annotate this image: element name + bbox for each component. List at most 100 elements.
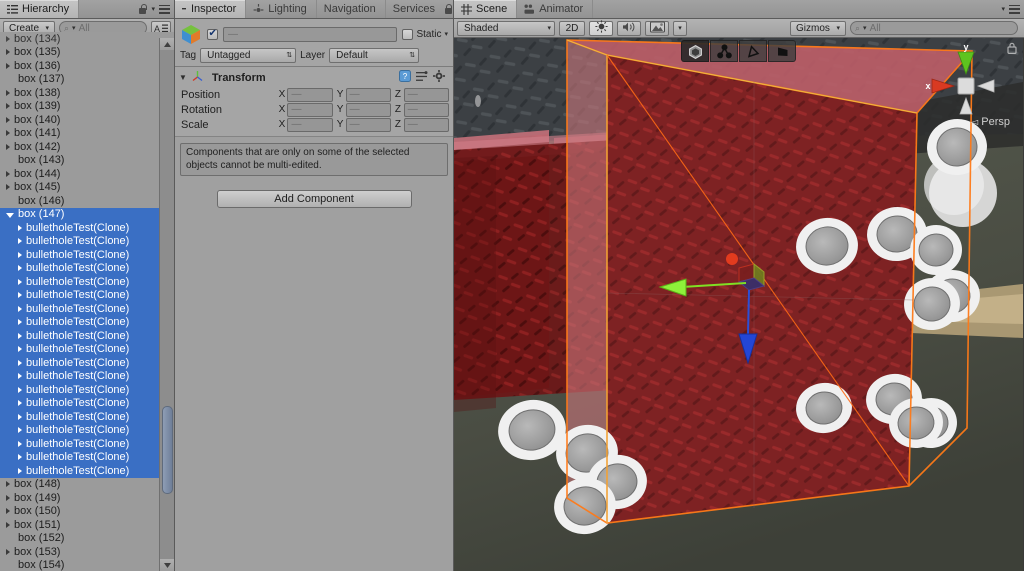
scroll-down-arrow[interactable] [160,559,174,571]
foldout-closed-icon[interactable] [6,130,10,137]
hierarchy-row[interactable]: box (149) [0,491,174,505]
panel-menu-icon[interactable] [1009,4,1020,14]
foldout-closed-icon[interactable] [18,454,22,461]
help-icon[interactable]: ? [399,70,411,85]
hierarchy-row[interactable]: bulletholeTest(Clone) [0,437,174,451]
foldout-closed-icon[interactable] [18,292,22,299]
foldout-closed-icon[interactable] [6,508,10,515]
foldout-closed-icon[interactable] [6,170,10,177]
draw-mode-dropdown[interactable]: Shaded ▾ [457,20,555,36]
hierarchy-row[interactable]: bulletholeTest(Clone) [0,464,174,478]
hierarchy-scrollbar[interactable] [159,38,174,571]
tab-inspector[interactable]: Inspector [175,0,247,18]
hierarchy-row[interactable]: box (138) [0,86,174,100]
foldout-closed-icon[interactable] [18,332,22,339]
foldout-closed-icon[interactable] [18,305,22,312]
toggle-audio-button[interactable] [617,20,641,36]
scale-y-field[interactable]: — [345,117,391,132]
foldout-closed-icon[interactable] [18,238,22,245]
foldout-closed-icon[interactable] [18,346,22,353]
foldout-closed-icon[interactable] [18,359,22,366]
hierarchy-row[interactable]: bulletholeTest(Clone) [0,261,174,275]
tab-services[interactable]: Services [386,0,444,18]
hierarchy-row[interactable]: box (142) [0,140,174,154]
lock-icon[interactable] [444,4,453,14]
tag-dropdown[interactable]: Untagged ⇅ [200,48,297,63]
scene-viewport[interactable]: y x ◅ Persp [454,38,1024,571]
hierarchy-row[interactable]: box (150) [0,505,174,519]
hierarchy-row[interactable]: box (143) [0,154,174,168]
hierarchy-row[interactable]: box (153) [0,545,174,559]
foldout-closed-icon[interactable] [18,467,22,474]
foldout-closed-icon[interactable] [18,386,22,393]
hierarchy-row[interactable]: bulletholeTest(Clone) [0,450,174,464]
foldout-closed-icon[interactable] [6,62,10,69]
hierarchy-row[interactable]: box (147) [0,207,174,221]
hierarchy-row[interactable]: box (148) [0,478,174,492]
foldout-closed-icon[interactable] [6,548,10,555]
foldout-closed-icon[interactable] [18,319,22,326]
foldout-closed-icon[interactable] [6,49,10,56]
hierarchy-row[interactable]: box (151) [0,518,174,532]
hierarchy-row[interactable]: box (154) [0,559,174,571]
hierarchy-row[interactable]: bulletholeTest(Clone) [0,234,174,248]
foldout-closed-icon[interactable] [6,143,10,150]
foldout-closed-icon[interactable] [6,521,10,528]
gear-icon[interactable] [433,70,445,85]
foldout-closed-icon[interactable] [18,265,22,272]
hierarchy-row[interactable]: bulletholeTest(Clone) [0,275,174,289]
foldout-closed-icon[interactable] [6,103,10,110]
scroll-up-arrow[interactable] [160,38,174,50]
scene-projection-label[interactable]: ◅ Persp [970,116,1010,128]
tab-animator[interactable]: Animator [517,0,594,18]
scene-gizmo-lock-icon[interactable] [1007,42,1017,57]
hierarchy-scroll-thumb[interactable] [162,406,173,494]
foldout-closed-icon[interactable] [18,224,22,231]
foldout-closed-icon[interactable] [6,89,10,96]
foldout-closed-icon[interactable] [18,427,22,434]
hierarchy-row[interactable]: box (146) [0,194,174,208]
hierarchy-row[interactable]: box (134) [0,32,174,46]
tab-scene[interactable]: Scene [454,0,518,18]
shaded-cube-icon[interactable] [681,40,709,62]
tab-navigation[interactable]: Navigation [317,0,386,18]
hierarchy-row[interactable]: box (152) [0,532,174,546]
hierarchy-row[interactable]: bulletholeTest(Clone) [0,221,174,235]
hierarchy-row[interactable]: bulletholeTest(Clone) [0,288,174,302]
chevron-down-icon[interactable]: ▾ [444,31,448,38]
foldout-closed-icon[interactable] [6,481,10,488]
rotation-z-field[interactable]: — [403,102,450,117]
toggle-effects-button[interactable] [645,20,669,36]
layer-dropdown[interactable]: Default ⇅ [329,48,420,63]
foldout-closed-icon[interactable] [18,400,22,407]
toggle-2d-button[interactable]: 2D [559,20,585,36]
hierarchy-row[interactable]: bulletholeTest(Clone) [0,342,174,356]
hierarchy-tree[interactable]: box (134) box (135) box (136) box (137) box … [0,32,174,571]
gizmos-dropdown-button[interactable]: Gizmos ▾ [790,20,846,36]
static-checkbox[interactable] [402,28,414,40]
hierarchy-row[interactable]: box (141) [0,127,174,141]
hierarchy-row[interactable]: box (137) [0,73,174,87]
foldout-open-icon[interactable] [6,212,14,218]
hierarchy-row[interactable]: bulletholeTest(Clone) [0,248,174,262]
hierarchy-row[interactable]: bulletholeTest(Clone) [0,315,174,329]
wireframe-nodes-icon[interactable] [710,40,738,62]
rotation-y-field[interactable]: — [345,102,391,117]
foldout-closed-icon[interactable] [18,251,22,258]
foldout-closed-icon[interactable] [18,413,22,420]
foldout-closed-icon[interactable] [6,494,10,501]
hierarchy-row[interactable]: bulletholeTest(Clone) [0,383,174,397]
triangle-mesh-icon[interactable] [739,40,767,62]
rotation-x-field[interactable]: — [287,102,333,117]
hierarchy-row[interactable]: bulletholeTest(Clone) [0,329,174,343]
position-z-field[interactable]: — [403,87,450,102]
toggle-scene-lighting-button[interactable] [589,20,613,36]
gameobject-name-field[interactable]: — [223,26,398,42]
scene-search-input[interactable]: ⌕ ▾ All [850,21,1018,35]
foldout-closed-icon[interactable] [6,116,10,123]
position-y-field[interactable]: — [345,87,391,102]
preset-icon[interactable] [416,70,428,85]
hierarchy-row[interactable]: box (135) [0,46,174,60]
scale-x-field[interactable]: — [287,117,333,132]
hierarchy-row[interactable]: box (144) [0,167,174,181]
